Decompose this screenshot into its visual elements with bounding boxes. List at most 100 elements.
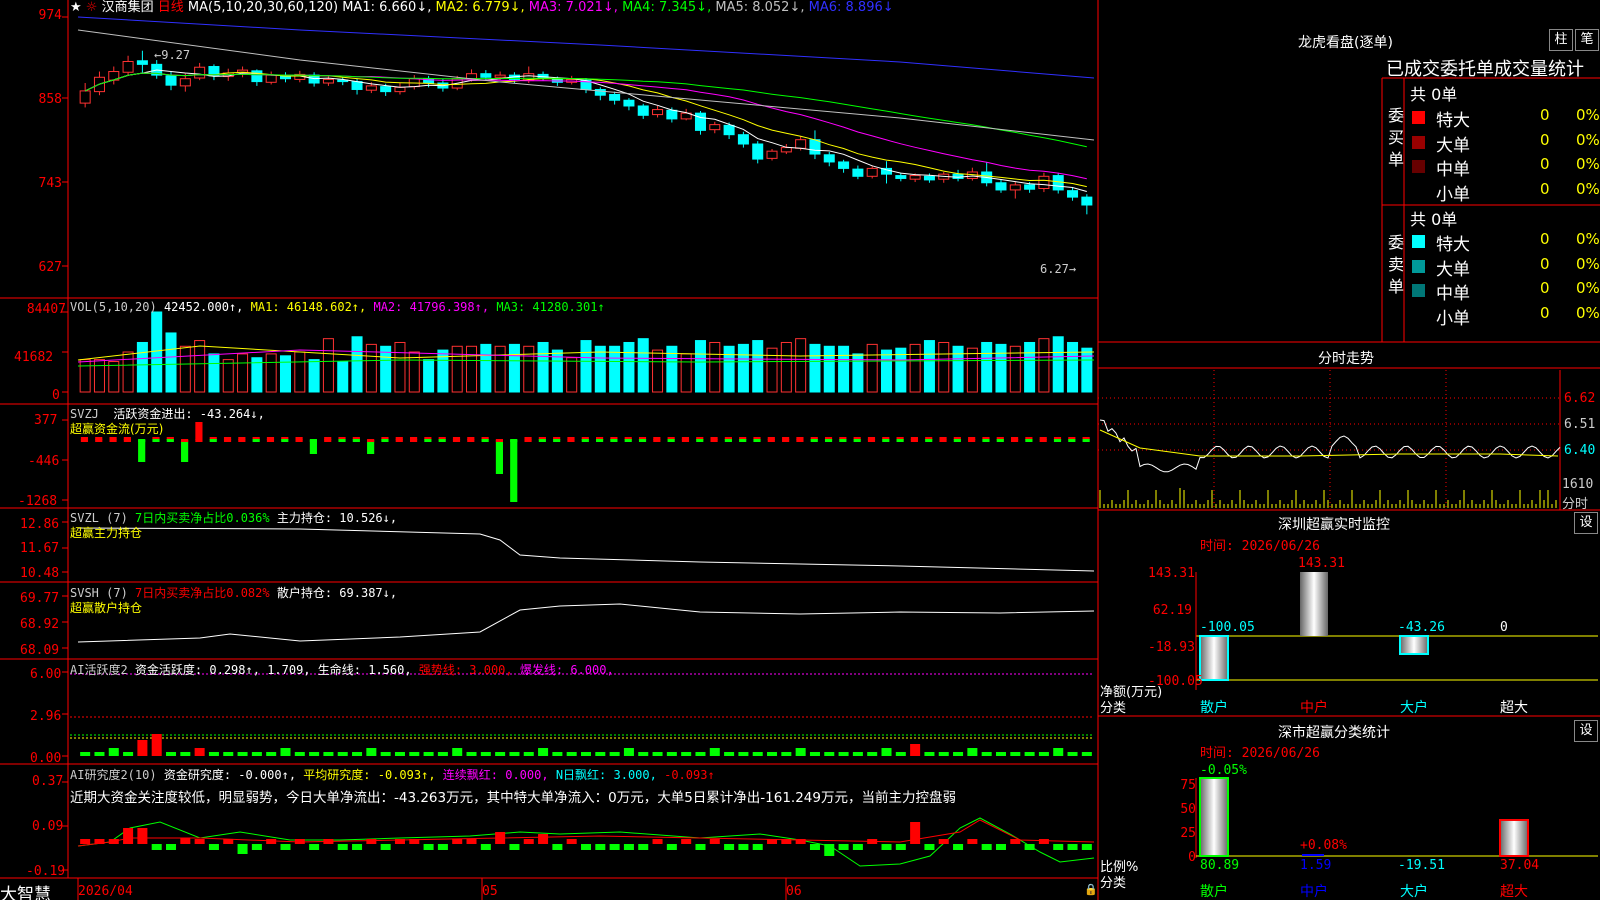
y-tick: 0.37 (32, 774, 64, 789)
activity-bar (151, 734, 162, 756)
volume-bar (208, 353, 220, 393)
flow-bar (596, 439, 604, 442)
flow-bar (782, 439, 790, 442)
ai-research-header: AI研究度2(10) 资金研究度: -0.000↑, 平均研究度: -0.093… (70, 768, 715, 782)
research-bar (151, 844, 162, 850)
activity-bar (237, 752, 248, 756)
volume-bar (136, 341, 148, 393)
ai-active-chart[interactable] (70, 673, 1094, 756)
research-bar (623, 844, 634, 850)
intraday-price-line (1099, 419, 1561, 473)
candle (823, 154, 835, 163)
value-label: 1.59 (1300, 858, 1332, 873)
candle (923, 175, 935, 181)
activity-bar (566, 752, 577, 756)
volume-bar (423, 359, 435, 393)
volume-bar (694, 340, 706, 393)
activity-bar (495, 752, 506, 756)
legend-swatch (1412, 308, 1425, 322)
period-label[interactable]: 日线 (158, 0, 184, 15)
tick-mode-button[interactable]: 笔 (1575, 29, 1599, 51)
legend-swatch (1412, 184, 1425, 198)
flow-bar (610, 439, 618, 442)
volume-bar (122, 351, 134, 393)
x-tick: 2026/04 (78, 884, 133, 899)
research-bar (910, 822, 921, 844)
flow-bar (223, 439, 232, 442)
research-bar (981, 844, 992, 850)
star-icon[interactable]: ★ (70, 0, 82, 15)
volume-bar (752, 340, 764, 393)
svzj-chart[interactable] (80, 422, 1090, 502)
activity-bar (137, 740, 148, 756)
flow-bar (1082, 439, 1090, 442)
candle (637, 105, 649, 116)
settings-icon[interactable]: ☼ (86, 0, 98, 15)
category-settings-button[interactable]: 设 (1574, 720, 1598, 742)
category-chart[interactable] (1195, 777, 1598, 858)
dragon-row-label: 中单 (1436, 160, 1470, 180)
research-bar (852, 844, 863, 850)
research-bar (767, 839, 778, 844)
ma-value-4: MA4: 7.345↓, (622, 0, 716, 15)
research-bar (867, 839, 878, 844)
volume-bar (923, 340, 935, 393)
ai-research-chart[interactable] (80, 822, 1092, 856)
volume-bar (265, 353, 277, 393)
vol-header: VOL(5,10,20) 42452.000↑, MA1: 46148.602↑… (70, 300, 605, 314)
research-bar (752, 844, 763, 850)
research-bar (480, 844, 491, 850)
flow-bar (510, 440, 518, 502)
dragon-row-count: 0 (1540, 279, 1550, 297)
legend-swatch (1412, 284, 1425, 297)
research-bar (1081, 844, 1092, 850)
monitor-chart[interactable] (1195, 572, 1598, 690)
dragon-row-label: 特大 (1436, 111, 1470, 131)
flow-bar (867, 439, 876, 442)
research-bar (1024, 844, 1035, 850)
flow-bar (295, 439, 303, 442)
lock-icon[interactable]: 🔒 (1084, 883, 1098, 896)
research-bar (352, 844, 363, 850)
flow-bar (238, 439, 246, 442)
research-bar (1010, 839, 1021, 844)
activity-bar (709, 748, 720, 756)
candle (1081, 196, 1093, 206)
y-tick: 12.86 (20, 517, 60, 532)
flow-bar (696, 439, 704, 442)
activity-bar (867, 752, 878, 756)
y-tick: 6.00 (30, 667, 62, 682)
volume-bar (780, 341, 792, 393)
volume-bar (294, 351, 306, 393)
flow-bar (281, 439, 289, 442)
research-bar (881, 844, 892, 850)
stock-name: 汉商集团 (101, 0, 154, 15)
category-label: 散户 (1200, 700, 1228, 716)
research-bar (795, 839, 806, 844)
activity-bar (895, 752, 906, 756)
svzl-sub: 超赢主力持仓 (70, 526, 143, 540)
bar-mode-button[interactable]: 柱 (1549, 29, 1573, 51)
candle (952, 173, 964, 179)
activity-bar (809, 752, 820, 756)
activity-bar (1053, 748, 1064, 756)
dragon-row-count: 0 (1540, 179, 1550, 198)
flow-bar (309, 439, 317, 442)
volume-bar (623, 341, 635, 393)
intraday-avg-line (1099, 429, 1559, 457)
sell-side-label: 委卖单 (1388, 233, 1405, 296)
activity-bar (108, 748, 119, 756)
flow-bar (367, 440, 375, 454)
candle (351, 81, 363, 90)
y-tick: 68.92 (20, 617, 60, 632)
flow-bar (653, 439, 661, 442)
activity-bar (852, 752, 863, 756)
activity-bar (666, 752, 677, 756)
flow-bar (324, 439, 332, 442)
dragon-row-count: 0 (1540, 303, 1550, 322)
candle (852, 168, 864, 177)
flow-bar (724, 439, 732, 442)
research-bar (280, 844, 291, 850)
volume-bar (580, 340, 592, 393)
monitor-settings-button[interactable]: 设 (1574, 512, 1598, 534)
